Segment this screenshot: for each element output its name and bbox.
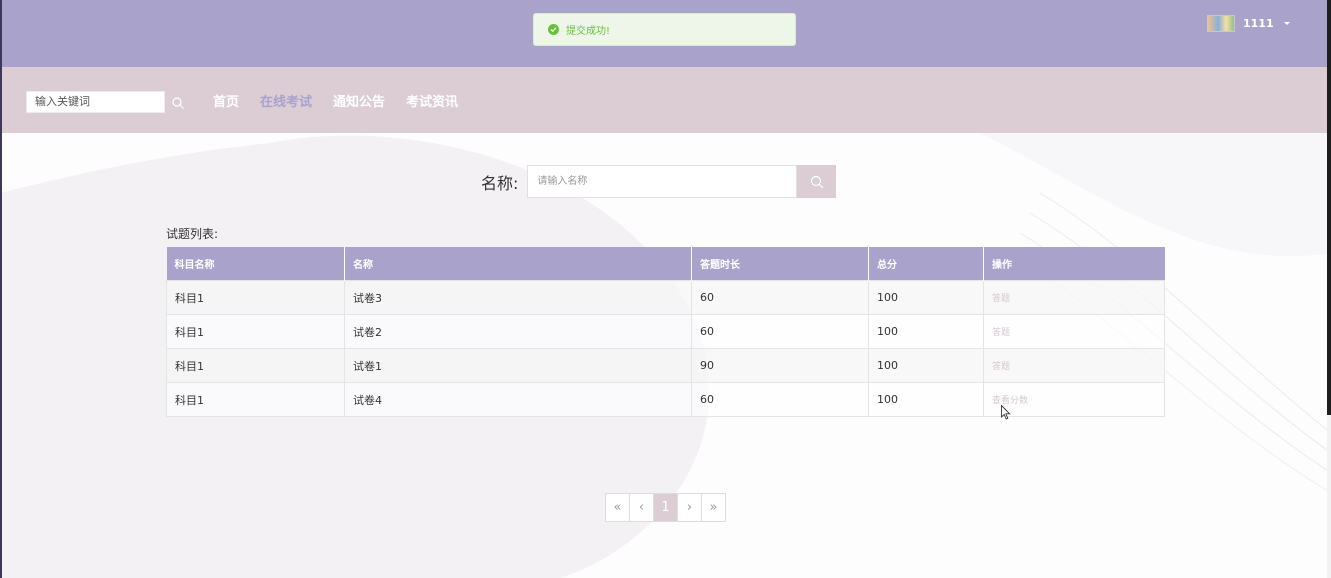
cell-score: 100 xyxy=(868,382,984,417)
list-caption: 试题列表: xyxy=(166,227,219,241)
nav-links: 首页 在线考试 通知公告 考试资讯 xyxy=(213,91,479,110)
search-button[interactable] xyxy=(797,165,837,198)
name-search-label: 名称: xyxy=(481,173,519,193)
answer-link[interactable]: 答题 xyxy=(992,362,1010,372)
caret-down-icon[interactable] xyxy=(1283,22,1290,25)
username[interactable]: 1111 xyxy=(1243,17,1274,30)
check-circle-icon xyxy=(548,24,559,35)
cell-duration: 60 xyxy=(691,280,869,315)
answer-link[interactable]: 答题 xyxy=(992,328,1010,338)
scrollbar-thumb[interactable] xyxy=(1327,0,1331,415)
name-search-form: 名称: 请输入名称 xyxy=(481,165,837,198)
exam-table: 科目名称 名称 答题时长 总分 操作 科目1 试卷3 60 100 答题 科目1… xyxy=(166,247,1165,417)
pagination-prev[interactable]: ‹ xyxy=(630,494,654,521)
cell-name: 试卷4 xyxy=(344,382,692,417)
success-toast: 提交成功! xyxy=(533,13,796,46)
name-search-input[interactable]: 请输入名称 xyxy=(527,165,798,198)
pagination-first[interactable]: « xyxy=(606,494,630,521)
cell-subject: 科目1 xyxy=(166,348,345,383)
header-duration: 答题时长 xyxy=(691,247,869,281)
cell-duration: 90 xyxy=(691,348,869,383)
pagination-last[interactable]: » xyxy=(702,494,725,521)
cell-duration: 60 xyxy=(691,314,869,349)
nav-notices[interactable]: 通知公告 xyxy=(333,91,385,110)
nav-home[interactable]: 首页 xyxy=(213,91,239,110)
search-icon xyxy=(810,175,824,188)
nav-bar: 输入关键词 首页 在线考试 通知公告 考试资讯 xyxy=(0,67,1331,133)
cell-subject: 科目1 xyxy=(166,314,345,349)
header-subject: 科目名称 xyxy=(166,247,345,281)
search-icon[interactable] xyxy=(171,96,185,110)
page: 提交成功! 1111 输入关键词 首页 在线考试 通知公告 考试资讯 名称: 请… xyxy=(0,0,1331,578)
header-action: 操作 xyxy=(983,247,1165,281)
table-row: 科目1 试卷4 60 100 查看分数 xyxy=(166,382,1165,417)
pagination-next[interactable]: › xyxy=(678,494,702,521)
cell-action: 答题 xyxy=(983,280,1165,315)
cell-score: 100 xyxy=(868,348,984,383)
cell-duration: 60 xyxy=(691,382,869,417)
toast-message: 提交成功! xyxy=(566,26,611,37)
table-header-row: 科目名称 名称 答题时长 总分 操作 xyxy=(166,247,1165,281)
cell-action: 答题 xyxy=(983,314,1165,349)
cell-subject: 科目1 xyxy=(166,280,345,315)
table-row: 科目1 试卷1 90 100 答题 xyxy=(166,348,1165,383)
table-row: 科目1 试卷3 60 100 答题 xyxy=(166,280,1165,315)
pagination: « ‹ 1 › » xyxy=(605,493,726,522)
header-score: 总分 xyxy=(868,247,984,281)
table-row: 科目1 试卷2 60 100 答题 xyxy=(166,314,1165,349)
cell-name: 试卷2 xyxy=(344,314,692,349)
nav-exam-news[interactable]: 考试资讯 xyxy=(406,91,458,110)
cell-score: 100 xyxy=(868,314,984,349)
avatar[interactable] xyxy=(1207,15,1235,32)
cell-action: 答题 xyxy=(983,348,1165,383)
answer-link[interactable]: 答题 xyxy=(992,294,1010,304)
nav-online-exam[interactable]: 在线考试 xyxy=(260,91,312,110)
cell-name: 试卷3 xyxy=(344,280,692,315)
mouse-cursor-icon xyxy=(1001,405,1011,420)
user-menu[interactable]: 1111 xyxy=(1207,15,1290,32)
pagination-current-page[interactable]: 1 xyxy=(654,494,678,521)
scrollbar[interactable] xyxy=(1327,0,1331,578)
cell-score: 100 xyxy=(868,280,984,315)
window-left-edge xyxy=(0,0,2,578)
cell-subject: 科目1 xyxy=(166,382,345,417)
cell-name: 试卷1 xyxy=(344,348,692,383)
keyword-search-input[interactable]: 输入关键词 xyxy=(26,91,165,113)
header-name: 名称 xyxy=(344,247,692,281)
